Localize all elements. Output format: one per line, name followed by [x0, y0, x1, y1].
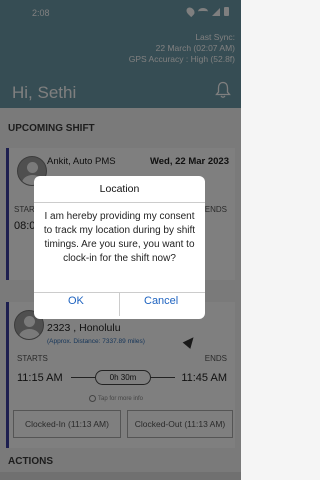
- cancel-button[interactable]: Cancel: [144, 295, 178, 307]
- divider: [119, 293, 120, 316]
- divider: [34, 202, 205, 203]
- ok-button[interactable]: OK: [68, 295, 84, 307]
- dialog-title: Location: [99, 183, 140, 195]
- dialog-message: I am hereby providing my consent to trac…: [43, 211, 196, 264]
- location-consent-dialog: Location I am hereby providing my consen…: [34, 176, 205, 319]
